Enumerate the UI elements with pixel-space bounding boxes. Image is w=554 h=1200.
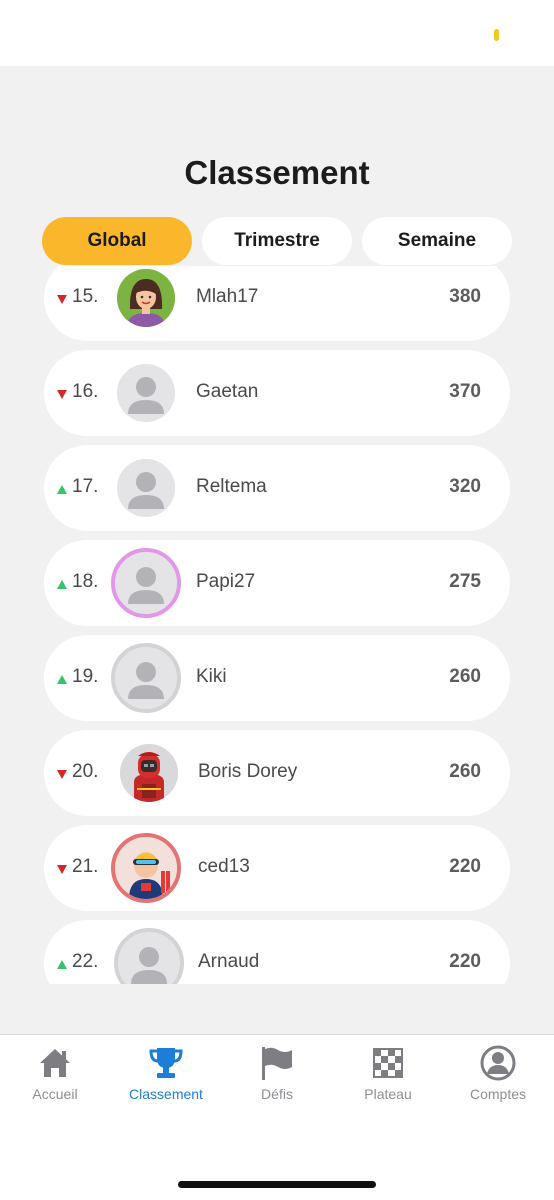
ranking-row[interactable]: 18. Papi27 275 bbox=[44, 540, 510, 626]
tab-label: Accueil bbox=[32, 1086, 78, 1102]
default-avatar bbox=[117, 459, 175, 517]
rank-number: 15. bbox=[72, 286, 99, 307]
trend-up-icon bbox=[57, 960, 67, 969]
ranking-list[interactable]: 15. Mlah17 380 16. Gaetan 370 17. Reltem… bbox=[0, 266, 554, 984]
default-avatar bbox=[111, 548, 181, 618]
tab-semaine[interactable]: Semaine bbox=[362, 217, 512, 265]
player-score: 320 bbox=[449, 476, 481, 497]
ranking-row[interactable]: 17. Reltema 320 bbox=[44, 445, 510, 531]
period-tabs: Global Trimestre Semaine bbox=[42, 217, 512, 265]
player-score: 260 bbox=[449, 761, 481, 782]
rank-number: 16. bbox=[72, 381, 99, 402]
player-name: Papi27 bbox=[196, 571, 256, 592]
trend-down-icon bbox=[57, 865, 67, 874]
tab-global[interactable]: Global bbox=[42, 217, 192, 265]
player-name: Kiki bbox=[196, 666, 227, 687]
checkerboard-icon bbox=[373, 1048, 403, 1078]
rank-number: 20. bbox=[72, 761, 99, 782]
player-name: Boris Dorey bbox=[198, 761, 298, 782]
status-indicator bbox=[494, 29, 499, 41]
trend-down-icon bbox=[57, 770, 67, 779]
tab-classement[interactable]: Classement bbox=[111, 1043, 221, 1102]
player-score: 220 bbox=[449, 951, 481, 972]
trophy-icon bbox=[149, 1048, 183, 1078]
tab-comptes[interactable]: Comptes bbox=[443, 1043, 553, 1102]
home-indicator bbox=[178, 1181, 376, 1188]
tab-label: Plateau bbox=[364, 1086, 412, 1102]
default-avatar bbox=[114, 928, 184, 984]
flag-icon bbox=[262, 1047, 292, 1080]
ranking-row[interactable]: 22. Arnaud 220 bbox=[44, 920, 510, 984]
ranking-row[interactable]: 16. Gaetan 370 bbox=[44, 350, 510, 436]
firefighter-avatar bbox=[120, 744, 178, 802]
page-title: Classement bbox=[184, 154, 370, 191]
ranking-row[interactable]: 20. Boris Dorey 260 bbox=[44, 730, 510, 816]
tab-label: Défis bbox=[261, 1086, 293, 1102]
user-circle-icon bbox=[480, 1045, 516, 1081]
default-avatar bbox=[117, 364, 175, 422]
home-icon bbox=[40, 1049, 70, 1077]
player-name: Arnaud bbox=[198, 951, 260, 972]
player-score: 260 bbox=[449, 666, 481, 687]
ranking-row[interactable]: 19. Kiki 260 bbox=[44, 635, 510, 721]
top-bar bbox=[0, 0, 554, 66]
trend-up-icon bbox=[57, 675, 67, 684]
player-name: Gaetan bbox=[196, 381, 259, 402]
ranking-row[interactable]: 21. ced13 220 bbox=[44, 825, 510, 911]
tab-plateau[interactable]: Plateau bbox=[333, 1043, 443, 1102]
player-score: 220 bbox=[449, 856, 481, 877]
trend-up-icon bbox=[57, 580, 67, 589]
bottom-tab-bar: Accueil Classement Défis Plateau Comptes bbox=[0, 1034, 554, 1200]
ranking-row[interactable]: 15. Mlah17 380 bbox=[44, 266, 510, 341]
rank-number: 17. bbox=[72, 476, 99, 497]
player-score: 370 bbox=[449, 381, 481, 402]
tab-label: Classement bbox=[129, 1086, 203, 1102]
player-score: 380 bbox=[449, 286, 481, 307]
trend-down-icon bbox=[57, 390, 67, 399]
main-content: Classement Global Trimestre Semaine 15. bbox=[0, 66, 554, 1034]
trend-down-icon bbox=[57, 295, 67, 304]
player-name: Reltema bbox=[196, 476, 267, 497]
skier-avatar bbox=[111, 833, 181, 903]
tab-label: Comptes bbox=[469, 1086, 527, 1102]
rank-number: 22. bbox=[72, 951, 99, 972]
rank-number: 19. bbox=[72, 666, 99, 687]
woman-avatar bbox=[117, 269, 175, 327]
rank-number: 18. bbox=[72, 571, 99, 592]
tab-accueil[interactable]: Accueil bbox=[0, 1043, 110, 1102]
rank-number: 21. bbox=[72, 856, 99, 877]
tab-defis[interactable]: Défis bbox=[222, 1043, 332, 1102]
player-score: 275 bbox=[449, 571, 481, 592]
tab-trimestre[interactable]: Trimestre bbox=[202, 217, 352, 265]
trend-up-icon bbox=[57, 485, 67, 494]
player-name: Mlah17 bbox=[196, 286, 259, 307]
default-avatar bbox=[111, 643, 181, 713]
player-name: ced13 bbox=[198, 856, 250, 877]
